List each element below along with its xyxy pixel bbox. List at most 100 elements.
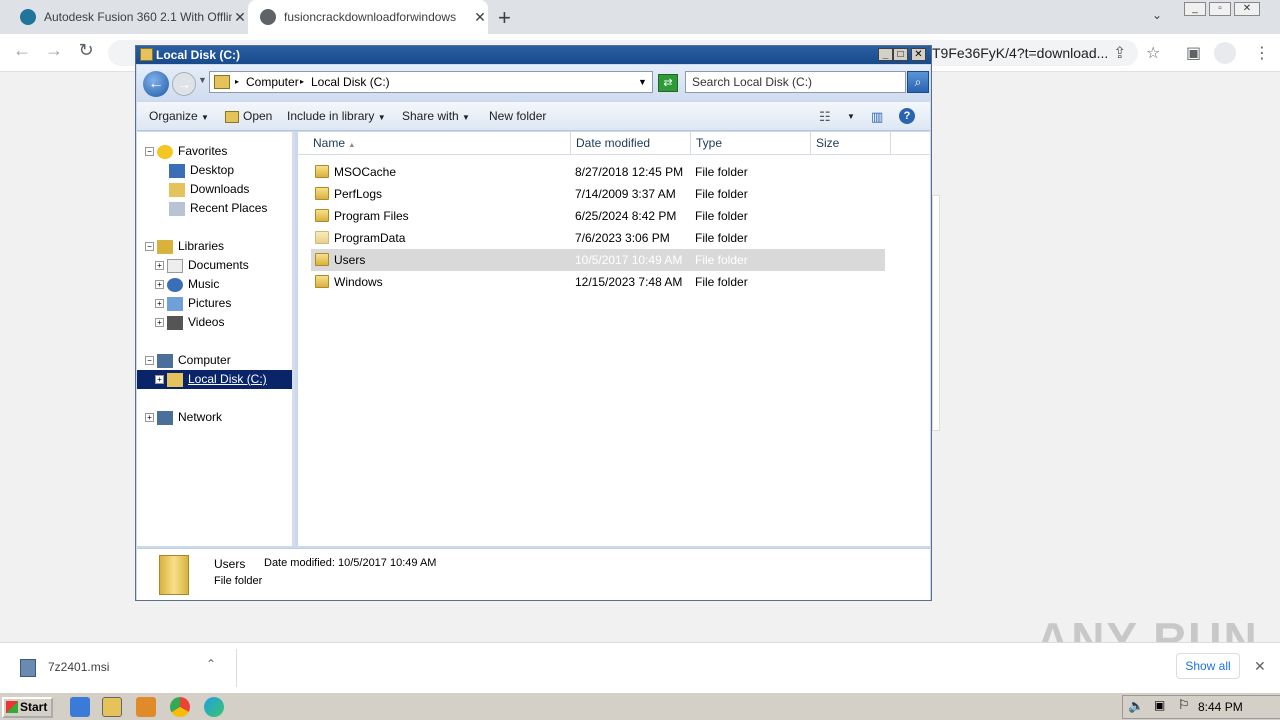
nav-network[interactable]: + Network <box>145 408 222 427</box>
tab-search-chevron-icon[interactable]: ⌄ <box>1152 8 1162 22</box>
bookmark-star-icon[interactable]: ☆ <box>1146 43 1160 63</box>
file-row-users[interactable]: Users 10/5/2017 10:49 AM File folder <box>311 249 885 271</box>
close-window-icon[interactable]: ✕ <box>1234 2 1260 16</box>
help-icon[interactable]: ? <box>899 108 915 124</box>
nav-videos[interactable]: + Videos <box>155 313 224 332</box>
nav-libraries[interactable]: − Libraries <box>145 237 224 256</box>
expand-icon[interactable]: + <box>155 299 164 308</box>
details-pane: Users Date modified: 10/5/2017 10:49 AM … <box>137 548 930 600</box>
breadcrumb[interactable]: ▸ Computer ▸ Local Disk (C:) ▼ <box>209 71 653 93</box>
column-header-type[interactable]: Type <box>691 132 811 155</box>
column-header-date[interactable]: Date modified <box>571 132 691 155</box>
file-row-perflogs[interactable]: PerfLogs 7/14/2009 3:37 AM File folder <box>311 183 885 205</box>
close-tab-icon[interactable]: ✕ <box>472 9 488 26</box>
back-arrow-icon[interactable]: ← <box>143 71 169 97</box>
tab-fusioncrack[interactable]: fusioncrackdownloadforwindows ✕ <box>248 0 488 34</box>
edge-icon[interactable] <box>204 697 224 717</box>
organize-label: Organize <box>149 109 198 123</box>
chrome-icon[interactable] <box>170 697 190 717</box>
column-header-name[interactable]: Name ▲ <box>308 132 571 155</box>
file-row-msocache[interactable]: MSOCache 8/27/2018 12:45 PM File folder <box>311 161 885 183</box>
collapse-icon[interactable]: − <box>145 242 154 251</box>
forward-arrow-icon[interactable]: → <box>172 72 196 96</box>
search-input[interactable]: Search Local Disk (C:) <box>685 71 906 93</box>
expand-icon[interactable]: + <box>155 280 164 289</box>
nav-computer[interactable]: − Computer <box>145 351 231 370</box>
search-icon[interactable]: ⌕ <box>907 71 929 93</box>
internet-explorer-icon[interactable] <box>70 697 90 717</box>
chevron-right-icon[interactable]: ▸ <box>235 72 239 92</box>
file-row-programdata[interactable]: ProgramData 7/6/2023 3:06 PM File folder <box>311 227 885 249</box>
close-shelf-icon[interactable]: ✕ <box>1254 658 1266 675</box>
start-button[interactable]: Start <box>2 697 53 718</box>
menu-kebab-icon[interactable]: ⋮ <box>1254 43 1270 63</box>
close-tab-icon[interactable]: ✕ <box>232 9 248 26</box>
maximize-icon[interactable]: □ <box>893 48 908 61</box>
expand-icon[interactable]: + <box>155 318 164 327</box>
navigation-pane: − Favorites Desktop Downloads Recent Plac… <box>137 132 295 546</box>
music-icon <box>167 277 183 292</box>
refresh-icon[interactable]: ⇄ <box>658 74 678 92</box>
nav-desktop[interactable]: Desktop <box>169 161 234 180</box>
column-label: Name <box>313 136 346 150</box>
column-header-size[interactable]: Size <box>811 132 891 155</box>
tab-autodesk-fusion[interactable]: Autodesk Fusion 360 2.1 With Offline ✕ <box>8 0 248 34</box>
volume-icon[interactable]: 🔈 <box>1128 698 1144 714</box>
collapse-icon[interactable]: − <box>145 147 154 156</box>
file-type: File folder <box>695 165 748 179</box>
file-list: Name ▲ Date modified Type Size MSOCache 8… <box>298 132 930 546</box>
expand-icon[interactable]: + <box>155 261 164 270</box>
file-type: File folder <box>695 187 748 201</box>
preview-pane-icon[interactable]: ▥ <box>871 102 883 131</box>
view-options-icon[interactable]: ☷ <box>819 102 831 131</box>
forward-arrow-icon[interactable]: → <box>42 40 66 61</box>
minimize-icon[interactable]: _ <box>1184 2 1206 16</box>
nav-recent-places[interactable]: Recent Places <box>169 199 267 218</box>
nav-music[interactable]: + Music <box>155 275 219 294</box>
close-icon[interactable]: ✕ <box>911 48 926 61</box>
expand-icon[interactable]: + <box>155 375 164 384</box>
profile-avatar-icon[interactable] <box>1214 42 1236 64</box>
reload-icon[interactable]: ↻ <box>74 40 98 61</box>
nav-pictures[interactable]: + Pictures <box>155 294 231 313</box>
file-row-windows[interactable]: Windows 12/15/2023 7:48 AM File folder <box>311 271 885 293</box>
media-player-icon[interactable] <box>136 697 156 717</box>
new-folder-button[interactable]: New folder <box>489 102 546 131</box>
explorer-title-bar[interactable]: Local Disk (C:) <box>136 46 931 64</box>
flag-icon[interactable]: ⚐ <box>1178 697 1190 713</box>
breadcrumb-local-disk[interactable]: Local Disk (C:) <box>311 72 390 92</box>
minimize-icon[interactable]: _ <box>878 48 893 61</box>
chevron-right-icon[interactable]: ▸ <box>300 72 304 92</box>
expand-icon[interactable]: + <box>145 413 154 422</box>
file-type: File folder <box>695 275 748 289</box>
url-text[interactable]: T9Fe36FyK/4?t=download... <box>932 45 1108 61</box>
restore-icon[interactable]: ▫ <box>1209 2 1231 16</box>
share-with-button[interactable]: Share with ▼ <box>402 102 470 131</box>
explorer-taskbar-icon[interactable] <box>102 697 122 717</box>
back-arrow-icon[interactable]: ← <box>10 40 34 61</box>
file-date: 6/25/2024 8:42 PM <box>575 209 677 223</box>
share-icon[interactable]: ⇪ <box>1113 43 1126 63</box>
nav-label: Downloads <box>190 182 250 196</box>
include-in-library-button[interactable]: Include in library ▼ <box>287 102 386 131</box>
view-dropdown-icon[interactable]: ▼ <box>847 102 855 131</box>
history-chevron-icon[interactable]: ▼ <box>198 75 207 85</box>
breadcrumb-computer[interactable]: Computer <box>246 72 299 92</box>
nav-downloads[interactable]: Downloads <box>169 180 249 199</box>
collapse-icon[interactable]: − <box>145 356 154 365</box>
nav-documents[interactable]: + Documents <box>155 256 249 275</box>
side-panel-icon[interactable]: ▣ <box>1186 43 1201 63</box>
chevron-up-icon[interactable]: ⌃ <box>206 657 216 671</box>
download-shelf: 7z2401.msi ⌃ ✕ <box>0 642 1280 692</box>
show-all-button[interactable]: Show all <box>1176 653 1240 679</box>
nav-local-disk[interactable]: + Local Disk (C:) <box>137 370 292 389</box>
globe-icon <box>260 9 276 25</box>
new-tab-button[interactable]: + <box>498 5 511 31</box>
nav-favorites[interactable]: − Favorites <box>145 142 227 161</box>
address-dropdown-icon[interactable]: ▼ <box>638 72 647 92</box>
file-row-program-files[interactable]: Program Files 6/25/2024 8:42 PM File folde… <box>311 205 885 227</box>
open-button[interactable]: Open <box>225 102 272 131</box>
network-tray-icon[interactable]: ▣ <box>1154 698 1165 712</box>
download-filename[interactable]: 7z2401.msi <box>48 660 109 674</box>
organize-button[interactable]: Organize ▼ <box>149 102 209 131</box>
